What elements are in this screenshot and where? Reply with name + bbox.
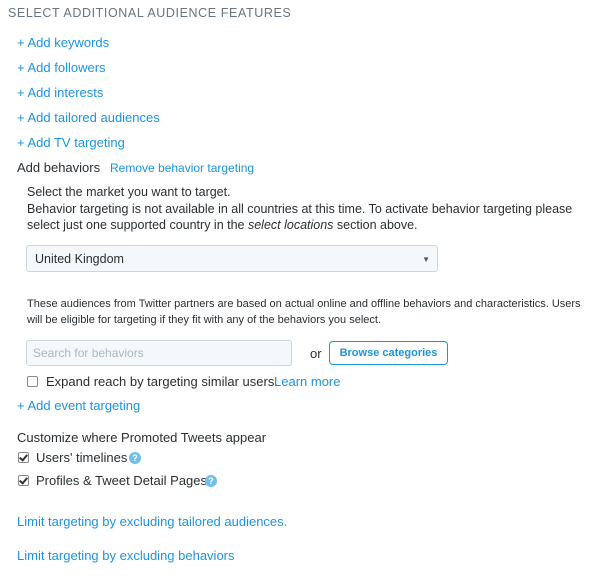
- browse-categories-button[interactable]: Browse categories: [329, 341, 448, 365]
- add-event-targeting-link[interactable]: + Add event targeting: [17, 398, 140, 413]
- add-tailored-audiences-link[interactable]: + Add tailored audiences: [17, 110, 160, 125]
- add-interests-link[interactable]: + Add interests: [17, 85, 103, 100]
- users-timelines-checkbox[interactable]: [18, 452, 29, 463]
- behavior-notice-line1: Behavior targeting is not available in a…: [27, 202, 573, 216]
- users-timelines-label: Users' timelines: [36, 450, 128, 465]
- section-title: SELECT ADDITIONAL AUDIENCE FEATURES: [8, 6, 292, 20]
- or-text: or: [310, 346, 322, 361]
- help-icon[interactable]: ?: [129, 452, 141, 464]
- exclude-tailored-audiences-link[interactable]: Limit targeting by excluding tailored au…: [17, 514, 287, 529]
- market-select-value: United Kingdom: [35, 252, 124, 266]
- select-locations-emphasis: select locations: [247, 218, 334, 232]
- notice-text-post: section above.: [333, 218, 418, 232]
- market-select[interactable]: United Kingdom ▼: [26, 245, 438, 272]
- partners-description-line1: These audiences from Twitter partners ar…: [27, 298, 581, 310]
- remove-behavior-targeting-link[interactable]: Remove behavior targeting: [110, 161, 254, 175]
- add-behaviors-heading: Add behaviors: [17, 160, 101, 175]
- dropdown-caret-icon: ▼: [422, 255, 430, 264]
- learn-more-link[interactable]: Learn more: [274, 374, 340, 389]
- profiles-tweet-detail-checkbox[interactable]: [18, 475, 29, 486]
- behavior-notice-line2: select just one supported country in the…: [27, 218, 418, 233]
- placement-heading: Customize where Promoted Tweets appear: [17, 430, 267, 445]
- add-keywords-link[interactable]: + Add keywords: [17, 35, 109, 50]
- add-tv-targeting-link[interactable]: + Add TV targeting: [17, 135, 125, 150]
- partners-description-line2: will be eligible for targeting if they f…: [27, 314, 382, 326]
- help-icon[interactable]: ?: [205, 475, 217, 487]
- exclude-behaviors-link[interactable]: Limit targeting by excluding behaviors: [17, 548, 235, 563]
- behavior-search-input[interactable]: Search for behaviors: [26, 340, 292, 366]
- expand-reach-checkbox[interactable]: [27, 376, 38, 387]
- market-prompt: Select the market you want to target.: [27, 185, 231, 199]
- notice-text-pre: select just one supported country in the: [27, 218, 248, 232]
- profiles-tweet-detail-label: Profiles & Tweet Detail Pages: [36, 473, 208, 488]
- expand-reach-label: Expand reach by targeting similar users.: [46, 374, 278, 389]
- add-followers-link[interactable]: + Add followers: [17, 60, 106, 75]
